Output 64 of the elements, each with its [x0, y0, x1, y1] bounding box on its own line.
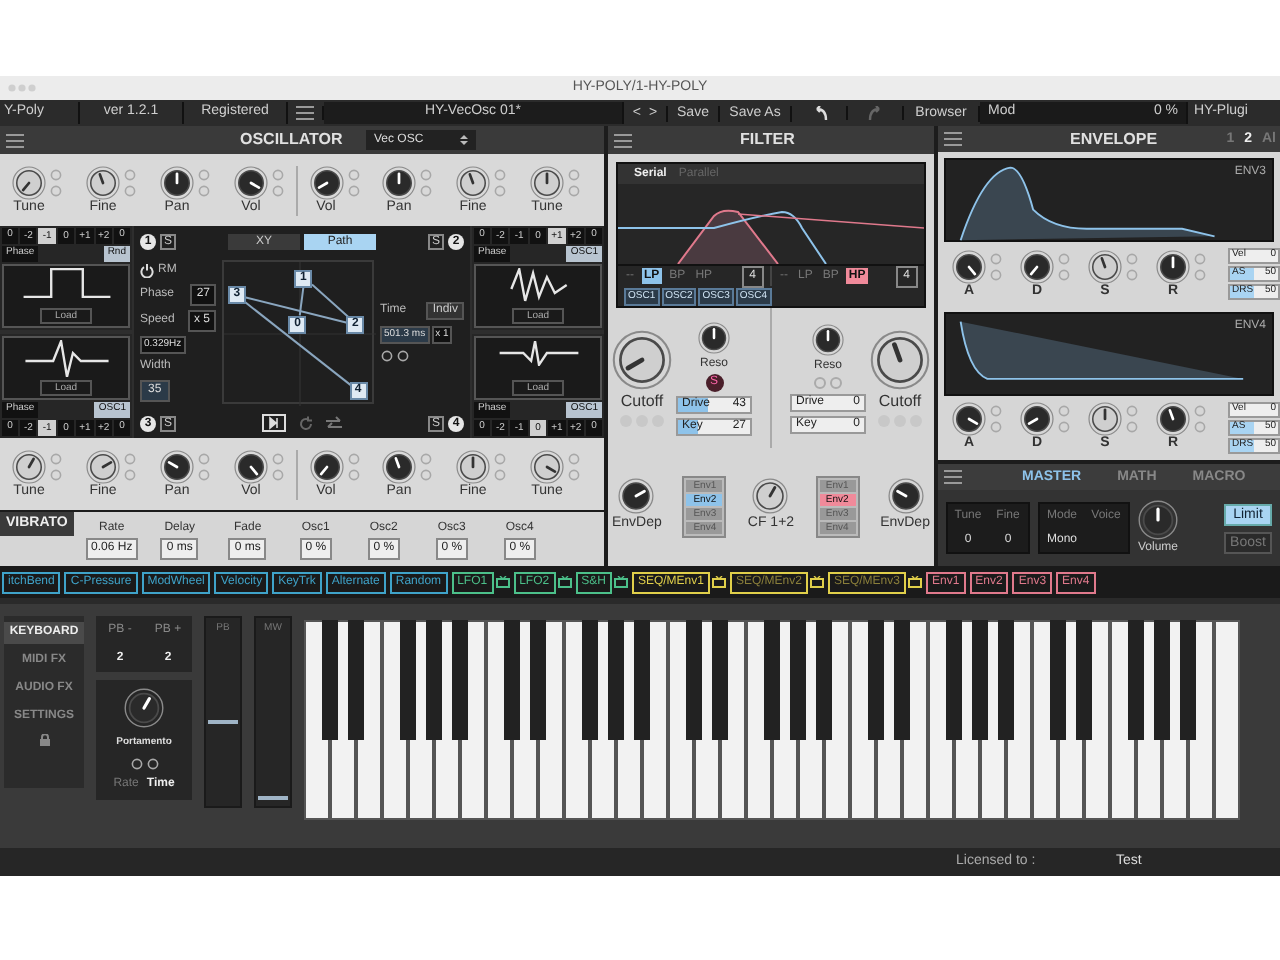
knob[interactable] — [887, 478, 924, 515]
knob[interactable] — [124, 687, 164, 728]
knob-label: Cutoff — [878, 389, 922, 413]
monitor-icon[interactable] — [613, 576, 628, 588]
knob[interactable] — [160, 165, 194, 199]
waveform-drawing — [23, 340, 109, 378]
knob[interactable] — [952, 402, 986, 437]
knob[interactable] — [12, 165, 46, 199]
mod-slots-icon[interactable] — [129, 758, 159, 771]
knob[interactable] — [456, 449, 490, 483]
knob[interactable] — [1138, 499, 1178, 539]
knob[interactable] — [752, 478, 789, 515]
power-icon[interactable] — [140, 263, 154, 278]
redo-icon[interactable] — [867, 106, 883, 120]
knob[interactable] — [12, 449, 46, 483]
menu-icon[interactable] — [944, 470, 962, 484]
lock-icon[interactable] — [39, 734, 49, 746]
swap-icon[interactable] — [326, 415, 342, 431]
monitor-icon[interactable] — [495, 576, 510, 588]
knob[interactable] — [456, 165, 490, 199]
knob[interactable] — [382, 165, 416, 199]
knob[interactable] — [1020, 249, 1054, 284]
knob[interactable] — [1156, 402, 1190, 437]
waveform-drawing — [497, 340, 579, 366]
undo-icon[interactable] — [811, 106, 827, 120]
play-icon[interactable] — [262, 414, 286, 432]
knob[interactable] — [1088, 402, 1122, 437]
knob[interactable] — [309, 449, 343, 483]
loop-icon[interactable] — [298, 415, 314, 431]
knob[interactable] — [382, 449, 416, 483]
knob[interactable] — [234, 449, 268, 483]
knob[interactable] — [698, 321, 730, 353]
menu-icon[interactable] — [944, 132, 962, 147]
knob[interactable] — [870, 329, 930, 389]
mod-slots-icon[interactable] — [380, 350, 410, 363]
knob[interactable] — [618, 478, 655, 515]
waveform-drawing — [509, 268, 567, 302]
knob[interactable] — [160, 449, 194, 483]
knob[interactable] — [86, 165, 120, 199]
knob[interactable] — [530, 165, 564, 199]
panel-title: FILTER — [740, 128, 795, 152]
menu-icon[interactable] — [614, 133, 632, 147]
monitor-icon[interactable] — [711, 576, 726, 588]
knob[interactable] — [1020, 402, 1054, 437]
panel-title: ENVELOPE — [1070, 127, 1158, 152]
knob[interactable] — [1088, 249, 1122, 284]
knob[interactable] — [86, 449, 120, 483]
knob[interactable] — [530, 449, 564, 483]
menu-icon[interactable] — [6, 133, 24, 147]
monitor-icon[interactable] — [809, 576, 824, 588]
knob[interactable] — [812, 323, 844, 355]
panel-title: OSCILLATOR — [240, 128, 343, 152]
knob-label: Cutoff — [620, 389, 664, 413]
dropdown-arrows-icon — [460, 134, 468, 146]
knob[interactable] — [309, 165, 343, 199]
monitor-icon[interactable] — [557, 576, 572, 588]
monitor-icon[interactable] — [907, 576, 922, 588]
natural-key[interactable] — [1214, 620, 1240, 820]
waveform-drawing — [21, 268, 111, 298]
knob[interactable] — [234, 165, 268, 199]
menu-icon[interactable] — [296, 106, 314, 120]
knob[interactable] — [612, 329, 672, 389]
knob[interactable] — [1156, 249, 1190, 284]
knob[interactable] — [952, 249, 986, 284]
